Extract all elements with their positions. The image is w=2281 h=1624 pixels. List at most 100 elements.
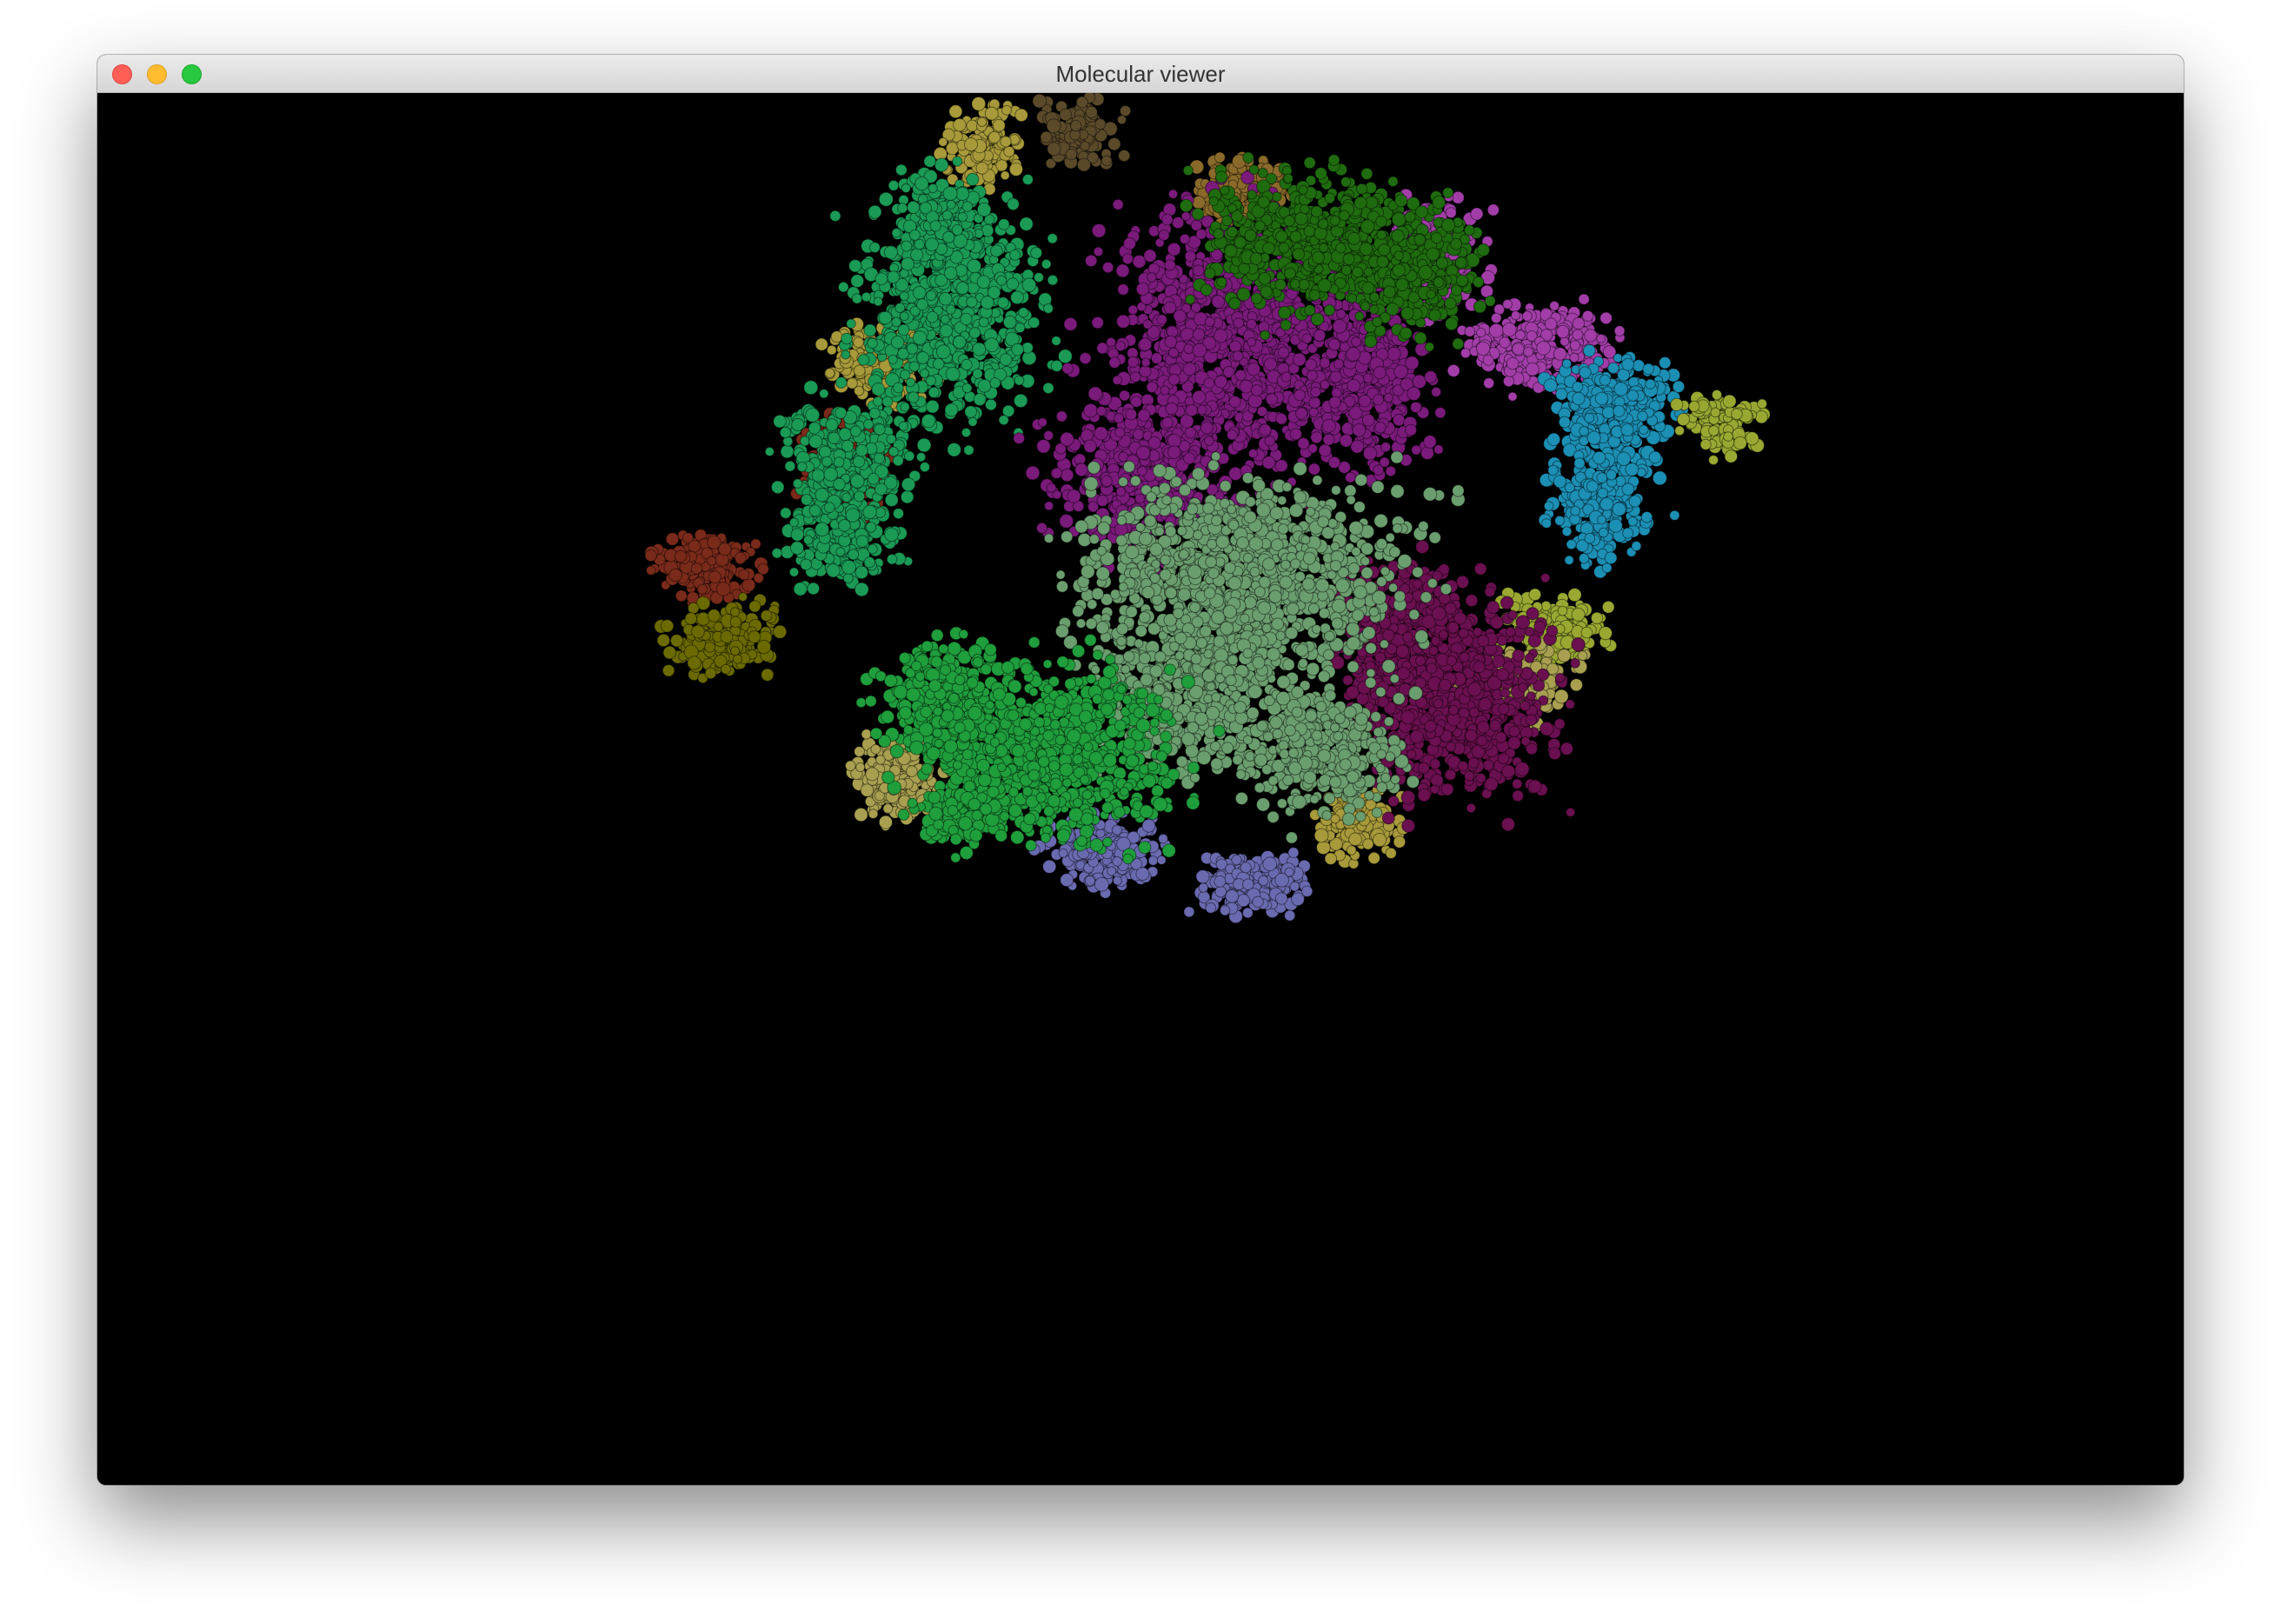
atom-4209 bbox=[973, 393, 987, 406]
atom-4015 bbox=[888, 180, 900, 191]
atom-3702 bbox=[1324, 852, 1338, 866]
atom-1214 bbox=[721, 663, 731, 675]
atom-4411 bbox=[945, 366, 961, 382]
atom-2038 bbox=[1579, 366, 1592, 379]
atom-3555 bbox=[1236, 894, 1251, 908]
atom-2361 bbox=[1597, 515, 1606, 525]
atom-3156 bbox=[928, 790, 941, 804]
atom-632 bbox=[688, 539, 702, 553]
atom-4135 bbox=[928, 386, 940, 398]
atom-2631 bbox=[1580, 626, 1593, 639]
atom-1845 bbox=[1491, 312, 1502, 324]
atom-2069 bbox=[1601, 406, 1615, 419]
atom-805 bbox=[802, 535, 814, 545]
atom-1211 bbox=[707, 609, 721, 622]
atom-4705 bbox=[823, 467, 839, 482]
atom-270 bbox=[1085, 105, 1098, 119]
atom-4157 bbox=[841, 332, 853, 345]
atom-1836 bbox=[1572, 329, 1584, 341]
atom-2344 bbox=[1639, 424, 1649, 436]
atom-3564 bbox=[1262, 856, 1278, 872]
atom-3710 bbox=[1330, 814, 1340, 824]
atom-4699 bbox=[833, 456, 845, 468]
atom-2016 bbox=[1543, 378, 1558, 393]
atom-3542 bbox=[1289, 881, 1300, 892]
atom-833 bbox=[863, 556, 875, 569]
atom-4721 bbox=[792, 478, 803, 489]
atom-4378 bbox=[1006, 277, 1020, 290]
title-bar[interactable]: Molecular viewer bbox=[97, 55, 2184, 93]
atom-4350 bbox=[977, 378, 992, 393]
atom-1717 bbox=[1599, 311, 1613, 325]
atom-253 bbox=[1101, 155, 1113, 167]
atom-2275 bbox=[1573, 457, 1586, 469]
atom-4716 bbox=[849, 425, 862, 437]
atom-4843 bbox=[976, 202, 992, 217]
atom-4025 bbox=[963, 444, 974, 456]
atom-2346 bbox=[1620, 423, 1634, 437]
atom-132 bbox=[1000, 136, 1012, 148]
atom-820 bbox=[886, 554, 898, 565]
atom-3245 bbox=[1156, 855, 1167, 865]
atom-2312 bbox=[1627, 516, 1638, 527]
atom-3646 bbox=[1316, 840, 1331, 855]
atom-3565 bbox=[1242, 878, 1254, 891]
atom-252 bbox=[1094, 118, 1107, 130]
atom-4497 bbox=[819, 389, 829, 399]
atom-2214 bbox=[1579, 426, 1589, 436]
atom-630 bbox=[738, 569, 750, 581]
atom-2096 bbox=[1584, 412, 1595, 423]
atom-94 bbox=[995, 159, 1008, 172]
atom-2571 bbox=[1567, 588, 1582, 602]
atom-2325 bbox=[1578, 553, 1590, 564]
atom-4440 bbox=[780, 507, 792, 519]
atom-4283 bbox=[872, 396, 883, 407]
atom-2343 bbox=[1616, 451, 1632, 467]
atom-123 bbox=[953, 117, 967, 132]
atom-2694 bbox=[1577, 650, 1588, 662]
atom-2476 bbox=[1699, 438, 1712, 450]
atom-4101 bbox=[891, 228, 901, 238]
atom-4188 bbox=[912, 285, 927, 300]
atom-3559 bbox=[1220, 905, 1231, 916]
atom-4362 bbox=[899, 311, 909, 322]
atom-4109 bbox=[940, 314, 950, 324]
atom-1750 bbox=[1613, 325, 1626, 337]
atom-4601 bbox=[904, 450, 915, 462]
atom-4007 bbox=[895, 163, 908, 176]
atom-4220 bbox=[998, 218, 1010, 230]
atom-3352 bbox=[1112, 855, 1123, 867]
atom-1423 bbox=[1451, 190, 1465, 204]
atom-4115 bbox=[1051, 336, 1061, 346]
atom-4695 bbox=[841, 492, 852, 503]
atom-4397 bbox=[976, 275, 991, 290]
atom-1838 bbox=[1559, 336, 1570, 347]
atom-1979 bbox=[1558, 416, 1571, 429]
atom-1180 bbox=[738, 592, 748, 602]
atom-4256 bbox=[947, 443, 961, 457]
atom-1536 bbox=[1486, 203, 1500, 216]
atom-249 bbox=[1075, 96, 1088, 109]
atom-1706 bbox=[1572, 316, 1586, 330]
atom-4365 bbox=[989, 377, 1001, 389]
atom-850 bbox=[789, 541, 804, 556]
atom-4850 bbox=[914, 176, 929, 191]
atom-4288 bbox=[878, 310, 893, 325]
atom-3797 bbox=[1034, 272, 1044, 283]
atom-1194 bbox=[704, 667, 717, 680]
atom-2485 bbox=[1723, 431, 1733, 443]
atom-2997 bbox=[882, 803, 894, 815]
atom-1775 bbox=[1488, 323, 1504, 338]
atom-543 bbox=[665, 532, 680, 546]
atom-3319 bbox=[1113, 875, 1122, 886]
atom-2317 bbox=[1601, 562, 1613, 574]
atom-4869 bbox=[914, 238, 926, 250]
atom-3556 bbox=[1240, 862, 1252, 874]
atom-1349 bbox=[1192, 195, 1206, 210]
atom-4881 bbox=[919, 202, 932, 215]
atom-4512 bbox=[900, 402, 910, 412]
molecule-viewport[interactable] bbox=[97, 93, 2184, 1485]
atom-4704 bbox=[855, 443, 868, 457]
atom-3364 bbox=[1111, 824, 1123, 835]
atom-111 bbox=[938, 136, 948, 147]
